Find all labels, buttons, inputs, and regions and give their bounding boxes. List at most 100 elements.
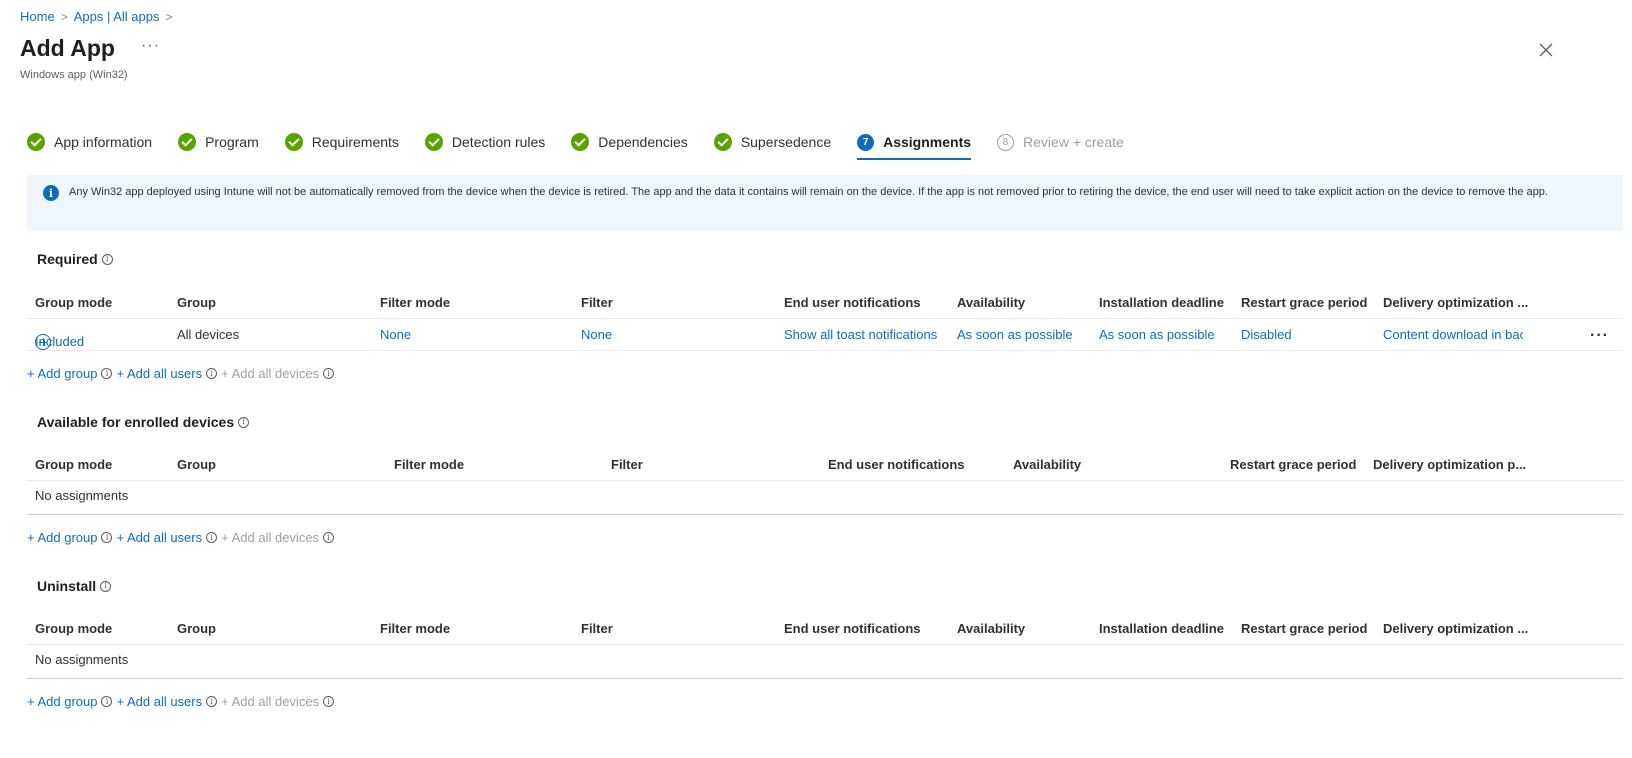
step-supersedence[interactable]: Supersedence xyxy=(713,127,832,157)
info-icon[interactable]: i xyxy=(101,368,113,379)
col-delivery-optimization[interactable]: Delivery optimization ... xyxy=(1383,621,1528,636)
table-header: Group mode Group Filter mode Filter End … xyxy=(27,285,1623,319)
step-number-icon: 7 xyxy=(857,133,875,151)
col-filter-mode[interactable]: Filter mode xyxy=(394,457,464,472)
section-title-uninstall: Uninstall i xyxy=(37,578,112,594)
col-end-user-notifications[interactable]: End user notifications xyxy=(828,457,965,472)
filter-link[interactable]: None xyxy=(581,327,612,342)
filter-mode-link[interactable]: None xyxy=(380,327,411,342)
step-label: Review + create xyxy=(1023,134,1124,150)
uninstall-actions: + Add group i + Add all users i + Add al… xyxy=(27,694,338,709)
wizard-steps: App information Program Requirements Det… xyxy=(27,127,1150,160)
step-label: Program xyxy=(205,134,259,150)
available-actions: + Add group i + Add all users i + Add al… xyxy=(27,530,338,545)
info-icon[interactable]: i xyxy=(323,532,335,543)
col-end-user-notifications[interactable]: End user notifications xyxy=(784,621,921,636)
add-app-page: Home > Apps | All apps > Add App ··· Win… xyxy=(0,0,1632,758)
deadline-link[interactable]: As soon as possible xyxy=(1099,327,1215,342)
section-title-required: Required i xyxy=(37,251,113,267)
info-icon[interactable]: i xyxy=(101,696,113,707)
checkmark-icon xyxy=(284,133,303,151)
step-app-information[interactable]: App information xyxy=(27,127,152,157)
info-icon[interactable]: i xyxy=(323,368,335,379)
step-assignments[interactable]: 7 Assignments xyxy=(857,127,972,160)
info-icon[interactable]: i xyxy=(206,696,218,707)
col-filter[interactable]: Filter xyxy=(581,295,613,310)
col-group-mode[interactable]: Group mode xyxy=(35,457,112,472)
col-group-mode[interactable]: Group mode xyxy=(35,295,112,310)
empty-row: No assignments xyxy=(27,645,1623,679)
row-more-options-button[interactable]: ··· xyxy=(1590,327,1609,345)
add-all-users-button[interactable]: + Add all users xyxy=(116,530,202,545)
add-group-button[interactable]: + Add group xyxy=(27,694,97,709)
col-group-mode[interactable]: Group mode xyxy=(35,621,112,636)
step-label: Assignments xyxy=(883,134,972,150)
table-row: Included All devices None None Show all … xyxy=(27,319,1623,351)
col-filter-mode[interactable]: Filter mode xyxy=(380,295,450,310)
step-label: Supersedence xyxy=(740,134,832,150)
info-icon[interactable]: i xyxy=(206,368,218,379)
step-label: Detection rules xyxy=(451,134,546,150)
col-restart-grace-period[interactable]: Restart grace period xyxy=(1241,295,1367,310)
info-icon[interactable]: i xyxy=(238,416,250,428)
group-mode-label: Included xyxy=(35,334,85,349)
add-all-users-button[interactable]: + Add all users xyxy=(116,366,202,381)
col-availability[interactable]: Availability xyxy=(1013,457,1081,472)
info-icon[interactable]: i xyxy=(323,696,335,707)
step-dependencies[interactable]: Dependencies xyxy=(571,127,688,157)
col-installation-deadline[interactable]: Installation deadline xyxy=(1099,621,1224,636)
step-label: Dependencies xyxy=(598,134,688,150)
checkmark-icon xyxy=(178,133,197,151)
col-filter-mode[interactable]: Filter mode xyxy=(380,621,450,636)
add-all-devices-button: + Add all devices xyxy=(221,366,320,381)
checkmark-icon xyxy=(571,133,590,151)
col-filter[interactable]: Filter xyxy=(581,621,613,636)
col-delivery-optimization[interactable]: Delivery optimization ... xyxy=(1383,295,1528,310)
breadcrumb: Home > Apps | All apps > xyxy=(20,9,172,24)
availability-link[interactable]: As soon as possible xyxy=(957,327,1073,342)
chevron-right-icon: > xyxy=(165,9,173,24)
restart-link[interactable]: Disabled xyxy=(1241,327,1292,342)
step-number-icon: 8 xyxy=(997,133,1015,151)
col-restart-grace-period[interactable]: Restart grace period xyxy=(1241,621,1367,636)
checkmark-icon xyxy=(424,133,443,151)
add-all-devices-button: + Add all devices xyxy=(221,694,320,709)
more-options-button[interactable]: ··· xyxy=(141,37,160,55)
notifications-link[interactable]: Show all toast notifications xyxy=(784,327,937,342)
add-all-users-button[interactable]: + Add all users xyxy=(116,694,202,709)
page-title: Add App xyxy=(20,35,115,61)
close-icon[interactable] xyxy=(1536,40,1556,60)
info-icon[interactable]: i xyxy=(101,532,113,543)
info-icon[interactable]: i xyxy=(101,253,113,265)
breadcrumb-apps[interactable]: Apps | All apps xyxy=(74,9,160,24)
empty-row: No assignments xyxy=(27,481,1623,515)
breadcrumb-home[interactable]: Home xyxy=(20,9,55,24)
step-program[interactable]: Program xyxy=(178,127,259,157)
col-installation-deadline[interactable]: Installation deadline xyxy=(1099,295,1224,310)
table-header: Group mode Group Filter mode Filter End … xyxy=(27,611,1623,645)
info-icon: i xyxy=(43,185,59,201)
add-group-button[interactable]: + Add group xyxy=(27,366,97,381)
chevron-right-icon: > xyxy=(60,9,68,24)
col-group[interactable]: Group xyxy=(177,621,216,636)
section-title-available: Available for enrolled devices i xyxy=(37,414,250,430)
info-icon[interactable]: i xyxy=(100,580,112,592)
no-assignments-text: No assignments xyxy=(35,652,129,667)
info-icon[interactable]: i xyxy=(206,532,218,543)
table-header: Group mode Group Filter mode Filter End … xyxy=(27,447,1623,481)
col-end-user-notifications[interactable]: End user notifications xyxy=(784,295,921,310)
col-group[interactable]: Group xyxy=(177,295,216,310)
col-filter[interactable]: Filter xyxy=(611,457,643,472)
step-label: App information xyxy=(54,134,153,150)
delivery-optimization-link[interactable]: Content download in background xyxy=(1383,327,1523,355)
col-availability[interactable]: Availability xyxy=(957,621,1025,636)
col-delivery-optimization[interactable]: Delivery optimization p... xyxy=(1373,457,1526,472)
col-availability[interactable]: Availability xyxy=(957,295,1025,310)
col-restart-grace-period[interactable]: Restart grace period xyxy=(1230,457,1356,472)
col-group[interactable]: Group xyxy=(177,457,216,472)
group-cell: All devices xyxy=(177,327,240,342)
step-detection-rules[interactable]: Detection rules xyxy=(424,127,546,157)
add-group-button[interactable]: + Add group xyxy=(27,530,97,545)
step-requirements[interactable]: Requirements xyxy=(284,127,399,157)
section-title-text: Required xyxy=(37,251,98,267)
